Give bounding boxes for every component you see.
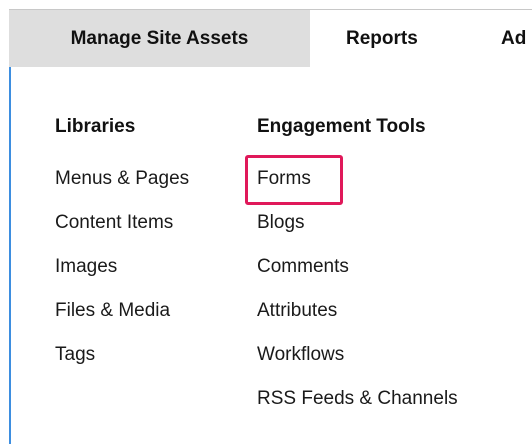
- menu-item-menus-pages[interactable]: Menus & Pages: [55, 168, 189, 190]
- menu-item-content-items[interactable]: Content Items: [55, 212, 173, 234]
- menu-item-workflows[interactable]: Workflows: [257, 344, 344, 366]
- manage-site-assets-menu-panel: Libraries Menus & Pages Content Items Im…: [9, 67, 532, 444]
- menu-item-attributes[interactable]: Attributes: [257, 300, 337, 322]
- menu-item-forms[interactable]: Forms: [257, 168, 311, 190]
- tab-reports[interactable]: Reports: [346, 10, 418, 68]
- menu-item-images[interactable]: Images: [55, 256, 117, 278]
- top-tab-bar: Manage Site Assets Reports Ad: [9, 9, 532, 68]
- tab-ad-truncated[interactable]: Ad: [501, 10, 526, 68]
- nav-menu-screenshot: Manage Site Assets Reports Ad Libraries …: [0, 0, 532, 444]
- menu-item-tags[interactable]: Tags: [55, 344, 95, 366]
- engagement-tools-header: Engagement Tools: [257, 116, 426, 137]
- menu-item-comments[interactable]: Comments: [257, 256, 349, 278]
- tab-manage-site-assets[interactable]: Manage Site Assets: [9, 10, 310, 68]
- menu-item-rss-feeds-channels[interactable]: RSS Feeds & Channels: [257, 388, 458, 410]
- menu-item-blogs[interactable]: Blogs: [257, 212, 305, 234]
- libraries-header: Libraries: [55, 116, 136, 137]
- menu-item-files-media[interactable]: Files & Media: [55, 300, 170, 322]
